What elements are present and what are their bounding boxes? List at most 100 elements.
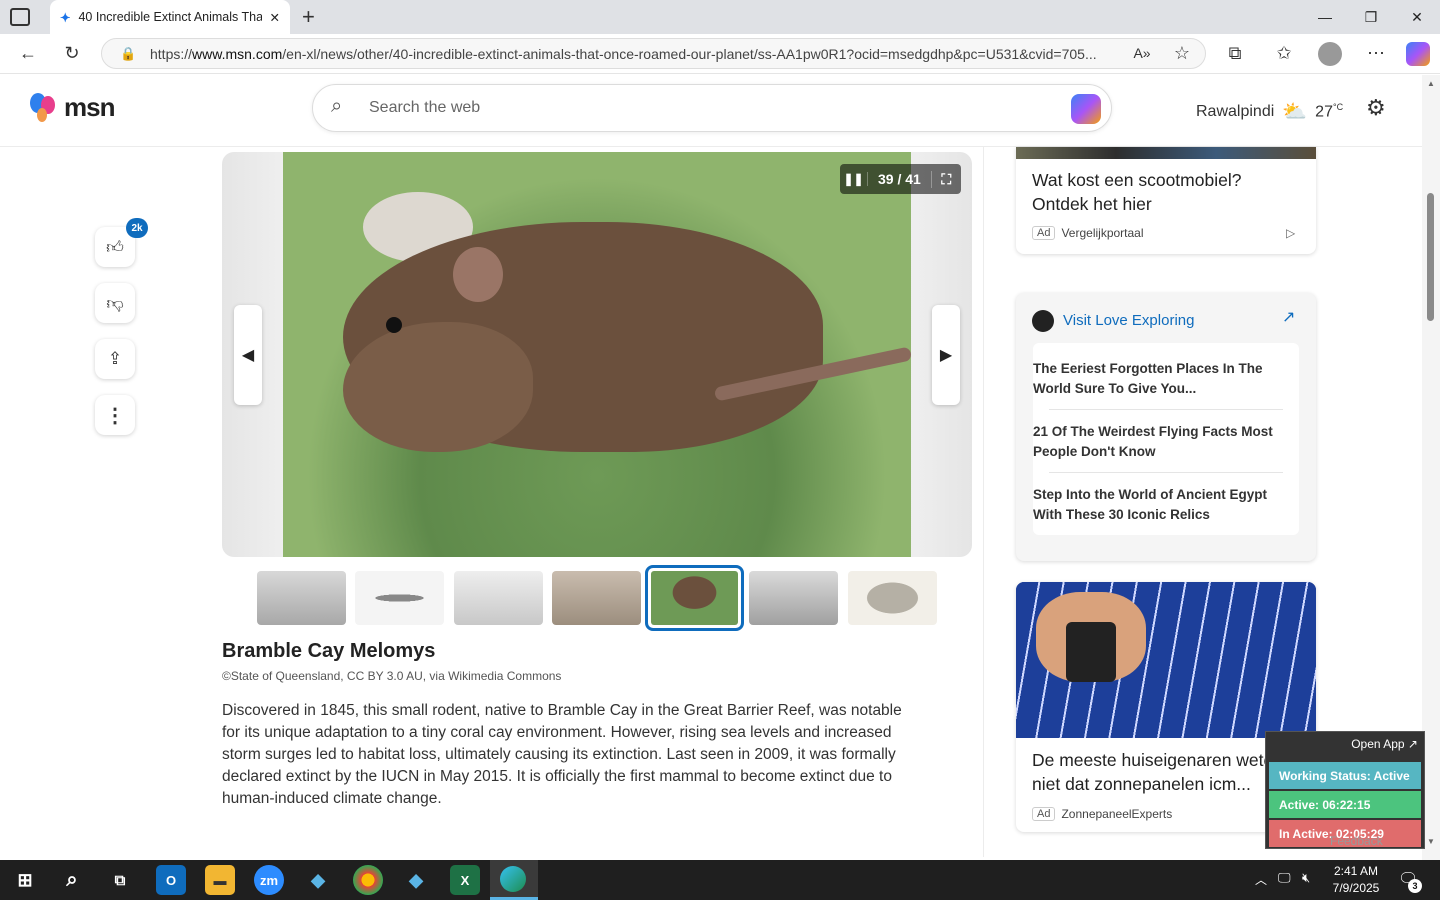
outlook-icon[interactable]: O	[156, 865, 186, 895]
active-thumb-image	[651, 571, 738, 625]
url-prefix: https://	[150, 45, 193, 62]
adchoices-icon[interactable]: ▷	[1286, 226, 1295, 240]
system-clock[interactable]: 2:41 AM 7/9/2025	[1326, 863, 1386, 897]
windows-taskbar: ⊞ ⌕ ⧉ O ▬ zm ◆ ◆ X ︿ 🖵 🔇︎ 2:41 AM 7/9/20…	[0, 860, 1440, 900]
like-button[interactable]: 👍︎ 2k	[95, 218, 148, 267]
ad-image-drill	[1066, 622, 1116, 682]
more-menu-icon[interactable]: ⋯	[1361, 38, 1391, 68]
scroll-up-icon[interactable]: ▲	[1427, 79, 1435, 88]
read-aloud-icon[interactable]: A»	[1127, 38, 1157, 68]
slide-thumbnail[interactable]	[552, 571, 641, 625]
active-time-row: Active: 06:22:15	[1269, 791, 1421, 818]
chevron-left-icon: ◀	[241, 347, 255, 364]
extensions-icon[interactable]: ⧉	[1220, 38, 1250, 68]
slide-thumbnail[interactable]	[355, 571, 444, 625]
excel-icon[interactable]: X	[450, 865, 480, 895]
feedback-button[interactable]: Feedback	[1330, 834, 1383, 848]
msn-header: msn ⌕ Search the web Rawalpindi ⛅ 27°C ⚙	[0, 75, 1422, 147]
weather-temp: 27°C	[1315, 101, 1344, 121]
story-divider	[1049, 409, 1283, 410]
favorites-icon[interactable]: ✩	[1269, 38, 1299, 68]
scrollbar-thumb[interactable]	[1427, 193, 1434, 321]
image-credit: ©State of Queensland, CC BY 3.0 AU, via …	[222, 669, 562, 683]
tab-title: 40 Incredible Extinct Animals That	[78, 10, 262, 24]
story-divider	[1049, 472, 1283, 473]
clock-time: 2:41 AM	[1333, 864, 1379, 878]
search-taskbar-icon[interactable]: ⌕	[57, 865, 87, 895]
share-button[interactable]: ⇪	[95, 339, 135, 379]
browser-tab[interactable]: ✦ 40 Incredible Extinct Animals That ✕	[50, 0, 290, 34]
search-input[interactable]: ⌕ Search the web	[312, 84, 1112, 132]
msn-logo[interactable]: msn	[28, 91, 115, 123]
external-link-icon[interactable]: ↗	[1282, 307, 1295, 327]
ad-label: Ad	[1032, 807, 1056, 821]
url-field[interactable]: 🔒 https://www.msn.com/en-xl/news/other/4…	[101, 38, 1206, 69]
search-icon: ⌕	[331, 95, 343, 117]
explore-card: Visit Love Exploring ↗ The Eeriest Forgo…	[1016, 293, 1316, 561]
profile-avatar[interactable]	[1318, 42, 1342, 66]
ad-image	[1016, 147, 1316, 159]
weather-widget[interactable]: Rawalpindi ⛅ 27°C	[1196, 99, 1343, 124]
photo-rodent-head	[343, 322, 533, 452]
photo-rodent-eye	[386, 317, 402, 333]
close-window-button[interactable]: ✕	[1394, 0, 1440, 34]
chrome-icon[interactable]	[353, 865, 383, 895]
zoom-label: zm	[259, 872, 279, 888]
story-item[interactable]: Step Into the World of Ancient Egypt Wit…	[1033, 485, 1299, 525]
photo-rodent-ear	[453, 247, 503, 302]
more-options-button[interactable]: ⋮	[95, 395, 135, 435]
pause-button[interactable]: ❚❚	[840, 172, 868, 186]
copilot-icon[interactable]	[1406, 42, 1430, 66]
slide-count-text: 39 / 41	[878, 171, 921, 187]
settings-gear-icon[interactable]: ⚙	[1366, 95, 1386, 121]
app-diamond-icon-2[interactable]: ◆	[401, 865, 431, 895]
slide-thumbnail[interactable]	[749, 571, 838, 625]
refresh-button[interactable]: ↻	[57, 38, 87, 68]
slideshow-viewer: ◀ ▶ ❚❚ 39 / 41 ⛶	[222, 152, 972, 557]
previous-slide-button[interactable]: ◀	[234, 305, 262, 405]
tab-actions-icon[interactable]	[10, 8, 30, 26]
open-app-link[interactable]: Open App ↗	[1351, 737, 1418, 751]
tab-close-icon[interactable]: ✕	[270, 10, 280, 25]
dislike-button[interactable]: 👎︎	[95, 283, 135, 323]
slide-counter: ❚❚ 39 / 41 ⛶	[840, 164, 961, 194]
vertical-dots-icon: ⋮	[105, 404, 125, 427]
working-status-row: Working Status: Active	[1269, 762, 1421, 789]
love-exploring-logo-icon	[1032, 310, 1054, 332]
new-tab-button[interactable]: +	[302, 4, 315, 30]
back-button[interactable]: ←	[13, 38, 43, 68]
volume-muted-icon[interactable]: 🔇︎	[1302, 870, 1310, 886]
ad-title: Wat kost een scootmobiel? Ontdek het hie…	[1032, 170, 1242, 214]
site-info-icon[interactable]: 🔒	[120, 46, 136, 62]
copilot-search-icon[interactable]	[1071, 94, 1101, 124]
restore-button[interactable]: ❐	[1348, 0, 1394, 34]
favorite-star-icon[interactable]: ☆	[1167, 38, 1197, 68]
file-explorer-icon[interactable]: ▬	[205, 865, 235, 895]
slide-thumbnail[interactable]	[848, 571, 937, 625]
windows-start-icon[interactable]: ⊞	[10, 865, 40, 895]
story-item[interactable]: The Eeriest Forgotten Places In The Worl…	[1033, 359, 1299, 399]
explore-heading[interactable]: Visit Love Exploring	[1063, 312, 1194, 329]
next-slide-button[interactable]: ▶	[932, 305, 960, 405]
address-bar-row: ← ↻ 🔒 https://www.msn.com/en-xl/news/oth…	[0, 34, 1440, 74]
fullscreen-button[interactable]: ⛶	[930, 170, 961, 188]
story-item[interactable]: 21 Of The Weirdest Flying Facts Most Peo…	[1033, 422, 1299, 462]
url-host: www.msn.com	[192, 45, 283, 62]
app-diamond-icon[interactable]: ◆	[303, 865, 333, 895]
task-view-icon[interactable]: ⧉	[105, 865, 135, 895]
network-icon[interactable]: 🖵	[1278, 870, 1291, 886]
slide-thumbnail[interactable]	[257, 571, 346, 625]
chevron-right-icon: ▶	[939, 347, 953, 364]
edge-taskbar-active[interactable]	[490, 860, 538, 900]
edge-icon	[500, 866, 526, 892]
slide-thumbnail[interactable]	[454, 571, 543, 625]
working-status-widget: Open App ↗ Working Status: Active Active…	[1265, 731, 1425, 849]
minimize-button[interactable]: —	[1302, 0, 1348, 34]
notifications-icon[interactable]: 🗨︎ 3	[1398, 869, 1422, 893]
thumbs-up-icon: 👍︎	[106, 237, 124, 257]
scroll-down-icon[interactable]: ▼	[1427, 837, 1435, 846]
zoom-icon[interactable]: zm	[254, 865, 284, 895]
ad-card-scootmobiel[interactable]: Wat kost een scootmobiel? Ontdek het hie…	[1016, 147, 1316, 254]
slide-thumbnail-active[interactable]	[645, 565, 744, 631]
show-hidden-icons-icon[interactable]: ︿	[1255, 871, 1267, 888]
